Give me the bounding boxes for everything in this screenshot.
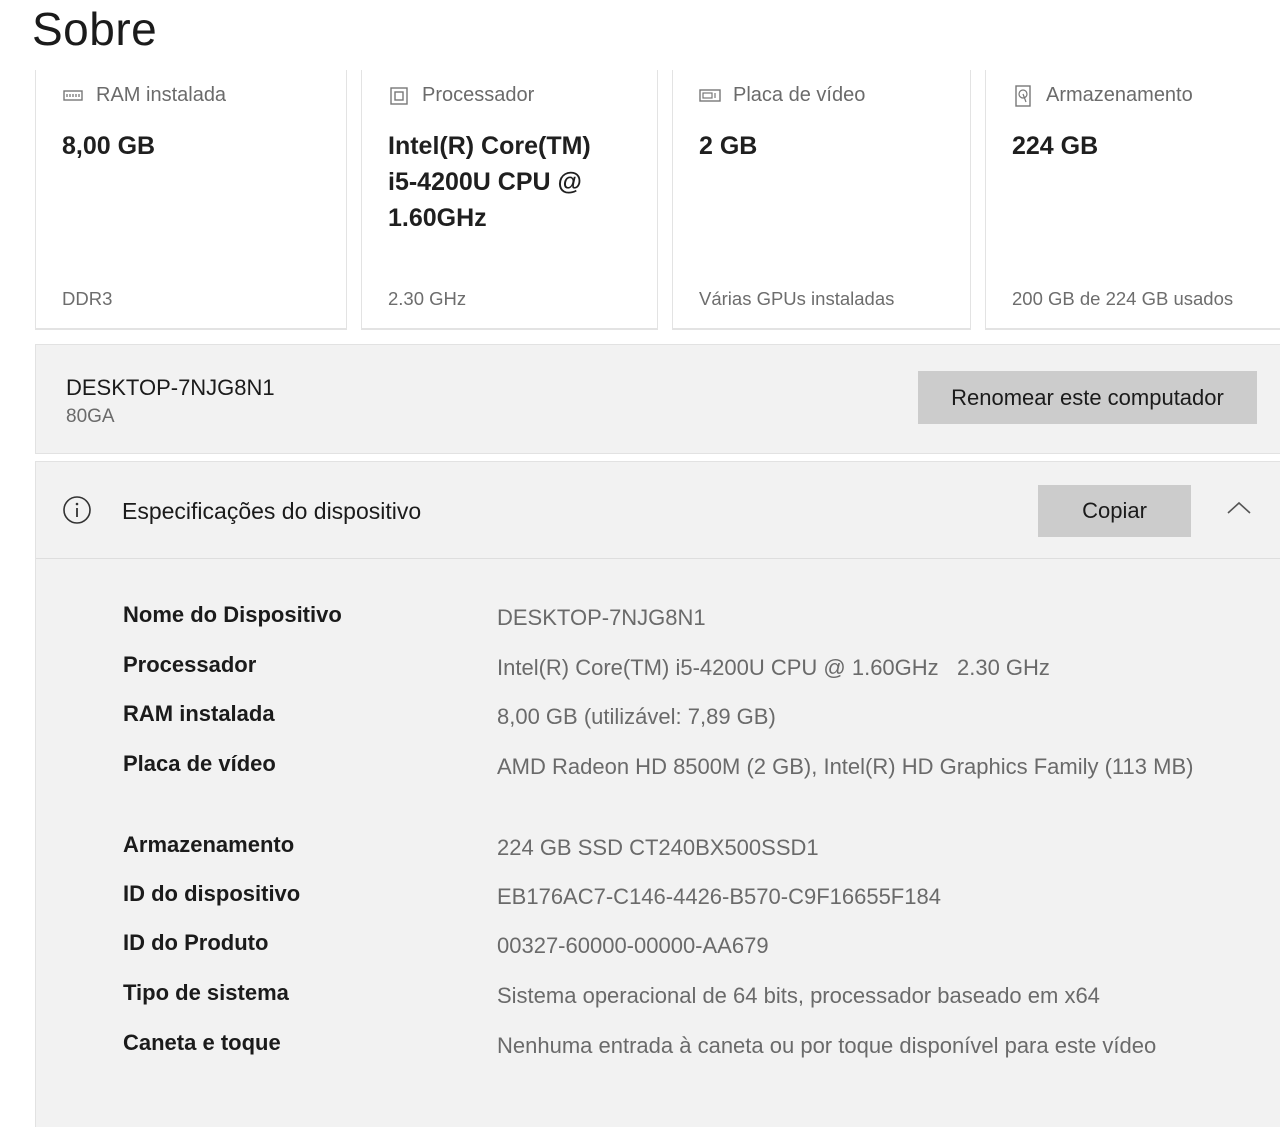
spec-key: Processador xyxy=(123,652,257,677)
spec-value: AMD Radeon HD 8500M (2 GB), Intel(R) HD … xyxy=(497,754,1194,779)
spec-value: Nenhuma entrada à caneta ou por toque di… xyxy=(497,1033,1157,1058)
card-value: 224 GB xyxy=(1012,132,1099,160)
card-subtext: DDR3 xyxy=(62,288,113,309)
card-value: 8,00 GB xyxy=(62,132,156,160)
copy-button[interactable]: Copiar xyxy=(1038,485,1191,537)
spec-value: 224 GB SSD CT240BX500SSD1 xyxy=(497,835,819,860)
card-subtext: 2.30 GHz xyxy=(388,288,467,309)
device-name: DESKTOP-7NJG8N1 xyxy=(66,375,275,400)
processor-icon xyxy=(388,85,410,107)
device-model: 80GA xyxy=(66,406,115,427)
rename-computer-button[interactable]: Renomear este computador xyxy=(918,371,1257,424)
card-subtext: Várias GPUs instaladas xyxy=(699,288,895,309)
spec-value: 8,00 GB (utilizável: 7,89 GB) xyxy=(497,704,776,729)
device-specs-panel: Especificações do dispositivo Copiar Nom… xyxy=(35,461,1280,1127)
spec-value: Sistema operacional de 64 bits, processa… xyxy=(497,983,1100,1008)
device-specs-header[interactable]: Especificações do dispositivo Copiar xyxy=(36,462,1280,559)
video-card-icon xyxy=(699,85,721,107)
spec-key: ID do Produto xyxy=(123,930,269,955)
spec-key: RAM instalada xyxy=(123,701,275,726)
spec-value: 00327-60000-00000-AA679 xyxy=(497,933,769,958)
storage-icon xyxy=(1012,84,1034,107)
spec-key: ID do dispositivo xyxy=(123,881,301,906)
spec-value: DESKTOP-7NJG8N1 xyxy=(497,605,706,630)
info-icon xyxy=(62,495,92,525)
page-title: Sobre xyxy=(32,3,158,55)
card-processor: Processador Intel(R) Core(TM) i5-4200U C… xyxy=(361,70,658,330)
card-subtext: 200 GB de 224 GB usados xyxy=(1012,288,1234,309)
device-name-bar: DESKTOP-7NJG8N1 80GA Renomear este compu… xyxy=(35,344,1280,454)
card-ram: RAM instalada 8,00 GB DDR3 xyxy=(35,70,347,330)
spec-cards: RAM instalada 8,00 GB DDR3 Processador I… xyxy=(0,70,1280,332)
card-label: Processador xyxy=(422,84,535,106)
card-value: 2 GB xyxy=(699,132,758,160)
device-specs-title: Especificações do dispositivo xyxy=(122,498,422,524)
card-value: Intel(R) Core(TM) i5-4200U CPU @ 1.60GHz xyxy=(388,132,591,232)
spec-key: Tipo de sistema xyxy=(123,980,289,1005)
card-label: Armazenamento xyxy=(1046,84,1193,106)
spec-key: Placa de vídeo xyxy=(123,751,276,776)
spec-key: Nome do Dispositivo xyxy=(123,602,342,627)
card-video: Placa de vídeo 2 GB Várias GPUs instalad… xyxy=(672,70,971,330)
ram-icon xyxy=(62,85,84,107)
chevron-up-icon[interactable] xyxy=(1226,498,1252,518)
spec-value: Intel(R) Core(TM) i5-4200U CPU @ 1.60GHz… xyxy=(497,655,1050,680)
card-storage: Armazenamento 224 GB 200 GB de 224 GB us… xyxy=(985,70,1280,330)
spec-key: Caneta e toque xyxy=(123,1030,281,1055)
card-label: Placa de vídeo xyxy=(733,84,866,106)
spec-value: EB176AC7-C146-4426-B570-C9F16655F184 xyxy=(497,884,941,909)
card-label: RAM instalada xyxy=(96,84,227,106)
spec-key: Armazenamento xyxy=(123,832,295,857)
